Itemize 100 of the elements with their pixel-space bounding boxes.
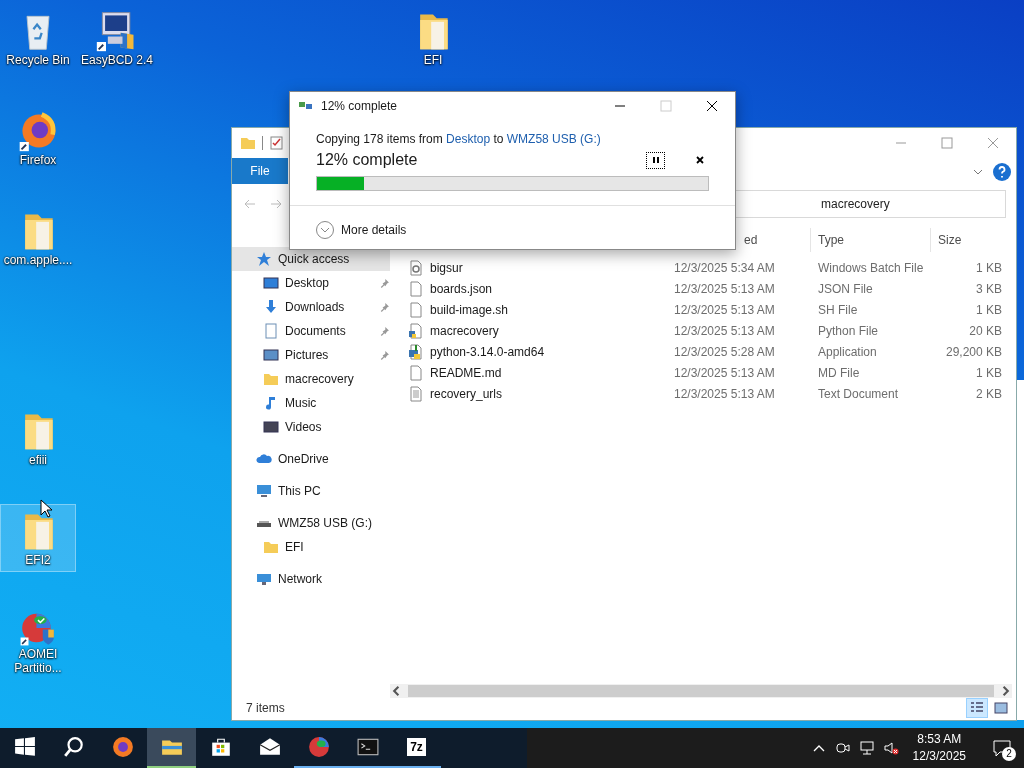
details-view-button[interactable] [966, 698, 988, 718]
file-icon [408, 280, 424, 297]
pictures-icon [263, 347, 279, 363]
nav-item[interactable]: Music [232, 391, 390, 415]
file-tab[interactable]: File [232, 158, 288, 184]
type-cell-text: Text Document [817, 386, 900, 401]
nav-item[interactable]: macrecovery [232, 367, 390, 391]
date-cell-text: 12/3/2025 5:13 AM [673, 386, 776, 401]
nav-item[interactable]: This PC [232, 479, 390, 503]
nav-item[interactable]: EFI [232, 535, 390, 559]
folder-icon [263, 371, 279, 387]
column-header[interactable]: Size [930, 228, 1010, 252]
nav-item[interactable]: Documents [232, 319, 390, 343]
copy-icon [299, 100, 315, 112]
desktop-icon[interactable]: Firefox [0, 104, 76, 176]
volume-icon[interactable] [882, 740, 899, 756]
file-icon [408, 364, 424, 381]
python-file-icon [408, 322, 424, 339]
file-name[interactable]: python-3.14.0-amd64 [430, 344, 545, 359]
size-cell-text: 1 KB [975, 302, 1003, 317]
properties-icon[interactable] [269, 135, 285, 151]
date-cell-text: 12/3/2025 5:13 AM [673, 365, 776, 380]
mail-icon [258, 736, 281, 758]
notification-button[interactable]: 2 [988, 728, 1016, 768]
gear-file-icon [408, 259, 424, 276]
terminal-icon [356, 736, 379, 758]
nav-item[interactable]: Pictures [232, 343, 390, 367]
thumbnail-icon [993, 700, 1009, 716]
documents-icon [263, 323, 279, 339]
item-count: 7 items [246, 701, 285, 715]
size-cell-text: 1 KB [975, 260, 1003, 275]
windows-logo-icon [13, 736, 36, 758]
help-icon[interactable] [992, 162, 1012, 182]
date-cell-text: 12/3/2025 5:34 AM [673, 260, 776, 275]
date-cell-text: 12/3/2025 5:28 AM [673, 344, 776, 359]
horizontal-scrollbar[interactable] [390, 684, 1012, 698]
installer-icon [408, 343, 424, 360]
type-cell-text: Application [817, 344, 878, 359]
firefox-icon [111, 736, 134, 758]
pin-icon[interactable] [379, 277, 390, 289]
pause-icon [650, 155, 661, 165]
size-cell-text: 20 KB [968, 323, 1003, 338]
search-icon [62, 736, 85, 758]
file-name[interactable]: bigsur [430, 260, 463, 275]
downloads-icon [263, 299, 279, 315]
pin-icon[interactable] [379, 349, 390, 361]
disk-icon [307, 736, 330, 758]
column-header[interactable]: Type [810, 228, 930, 252]
nav-item[interactable]: Videos [232, 415, 390, 439]
star-icon [256, 251, 272, 267]
type-cell-text: MD File [817, 365, 861, 380]
desktop-icon[interactable]: Recycle Bin [0, 4, 76, 76]
file-name[interactable]: build-image.sh [430, 302, 509, 317]
size-cell-text: 3 KB [975, 281, 1003, 296]
window-title: 12% complete [321, 99, 398, 113]
nav-item[interactable]: Desktop [232, 271, 390, 295]
pause-button[interactable] [646, 151, 665, 169]
file-name[interactable]: README.md [430, 365, 502, 380]
type-cell-text: JSON File [817, 281, 874, 296]
file-name[interactable]: recovery_urls [430, 386, 503, 401]
copy-status-text: Copying 178 items from Desktop to WMZ58 USB (G:) [316, 132, 602, 146]
more-details-button[interactable]: More details [315, 219, 407, 240]
nav-item[interactable]: WMZ58 USB (G:) [232, 511, 390, 535]
clock[interactable]: 8:53 AM 12/3/2025 [912, 731, 966, 765]
destination-link[interactable]: WMZ58 USB (G:) [506, 132, 601, 146]
size-cell-text: 29,200 KB [944, 344, 1003, 359]
scrollbar-thumb[interactable] [408, 685, 994, 697]
camera-icon[interactable] [834, 740, 851, 756]
file-icon [408, 301, 424, 318]
cancel-icon[interactable] [695, 155, 705, 165]
source-link[interactable]: Desktop [446, 132, 491, 146]
desktop-icon[interactable]: EasyBCD 2.4 [79, 4, 155, 76]
type-cell-text: SH File [817, 302, 859, 317]
nav-item[interactable]: OneDrive [232, 447, 390, 471]
type-cell-text: Windows Batch File [817, 260, 925, 275]
desktop-icon [263, 275, 279, 291]
size-cell-text: 1 KB [975, 365, 1003, 380]
explorer-taskbar-button[interactable] [147, 728, 196, 768]
videos-icon [263, 419, 279, 435]
file-name[interactable]: boards.json [430, 281, 493, 296]
shopping-bag-icon [209, 736, 232, 758]
pin-icon[interactable] [379, 325, 390, 337]
folder-icon [263, 539, 279, 555]
date-cell-text: 12/3/2025 5:13 AM [673, 302, 776, 317]
nav-item[interactable]: Network [232, 567, 390, 591]
size-cell-text: 2 KB [975, 386, 1003, 401]
type-cell-text: Python File [817, 323, 880, 338]
sevenzip-taskbar-button[interactable]: 7z [392, 728, 441, 768]
date-cell-text: 12/3/2025 5:13 AM [673, 323, 776, 338]
text-file-icon [408, 385, 424, 402]
desktop-icon[interactable]: EFI [395, 4, 471, 76]
progress-heading: 12% complete [316, 151, 418, 169]
network-icon [256, 571, 272, 587]
pin-icon[interactable] [379, 301, 390, 313]
file-name[interactable]: macrecovery [430, 323, 499, 338]
chevron-circle-icon [315, 219, 335, 240]
cursor-icon [40, 499, 52, 519]
network-icon[interactable] [858, 740, 875, 756]
date-cell-text: 12/3/2025 5:13 AM [673, 281, 776, 296]
nav-item[interactable]: Downloads [232, 295, 390, 319]
